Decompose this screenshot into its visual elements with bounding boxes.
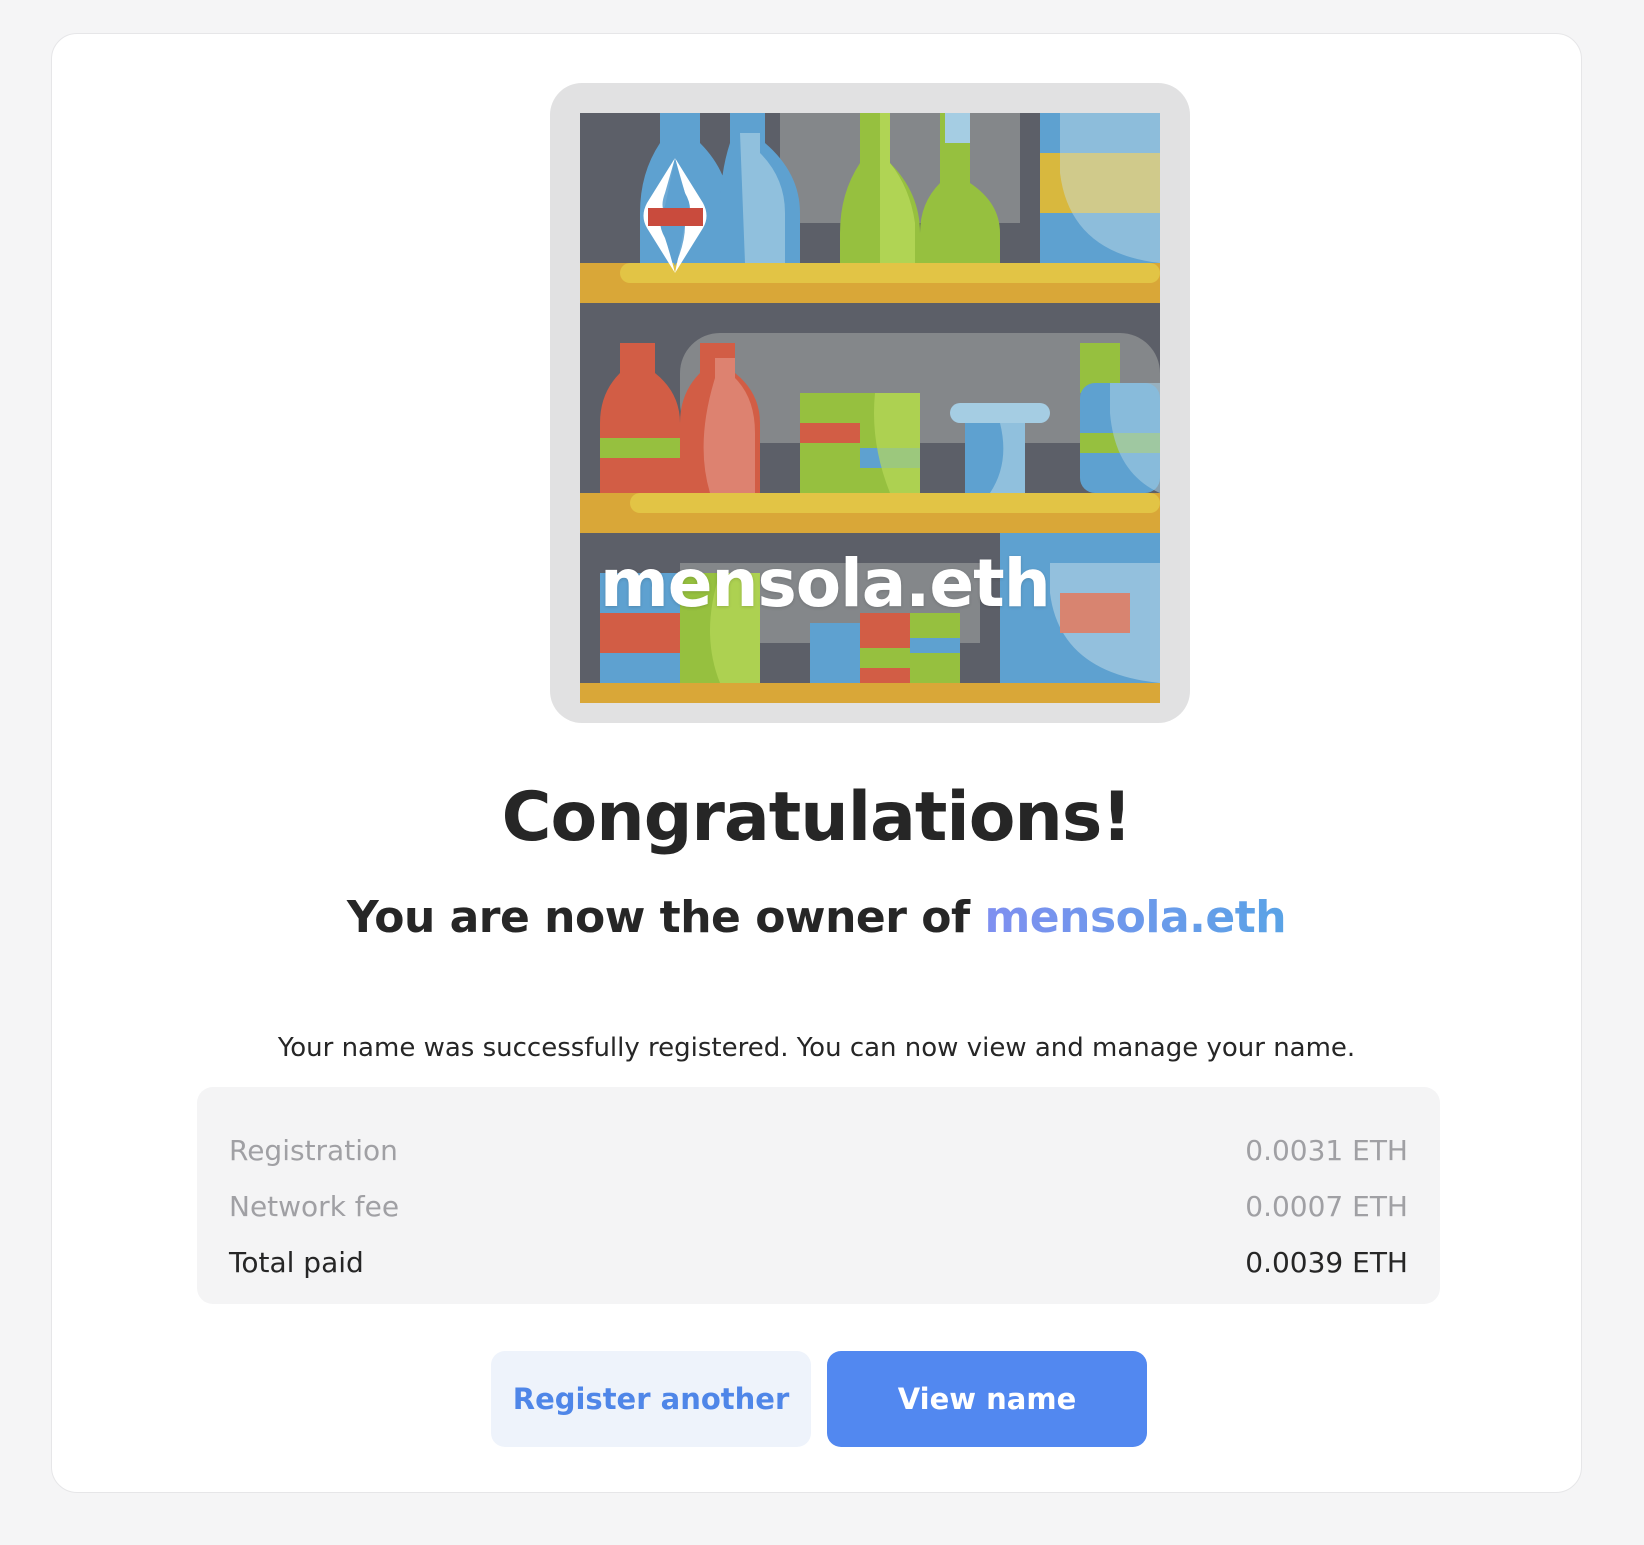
name-nft-image: mensola.eth (580, 113, 1160, 703)
view-name-button[interactable]: View name (827, 1351, 1147, 1447)
register-another-button[interactable]: Register another (491, 1351, 811, 1447)
ownership-subtitle: You are now the owner of mensola.eth (52, 896, 1581, 940)
summary-row-network-fee: Network fee 0.0007 ETH (229, 1178, 1408, 1234)
summary-label: Total paid (229, 1245, 364, 1279)
success-description: Your name was successfully registered. Y… (277, 1033, 1356, 1063)
summary-label: Network fee (229, 1189, 400, 1223)
page-title: Congratulations! (501, 778, 1133, 857)
subtitle-prefix: You are now the owner of (346, 892, 985, 943)
summary-row-registration: Registration 0.0031 ETH (229, 1122, 1408, 1178)
name-nft-frame: mensola.eth (550, 83, 1190, 723)
owned-name: mensola.eth (984, 892, 1287, 943)
summary-row-total: Total paid 0.0039 ETH (229, 1234, 1408, 1290)
registration-complete-card: mensola.eth Congratulations! You are now… (51, 33, 1582, 1493)
summary-label: Registration (229, 1133, 398, 1167)
nft-name-label: mensola.eth (600, 545, 1051, 622)
summary-value: 0.0031 ETH (1245, 1133, 1408, 1167)
summary-value: 0.0039 ETH (1245, 1245, 1408, 1279)
summary-value: 0.0007 ETH (1245, 1189, 1408, 1223)
payment-summary: Registration 0.0031 ETH Network fee 0.00… (197, 1087, 1440, 1304)
action-buttons: Register another View name (491, 1351, 1151, 1447)
